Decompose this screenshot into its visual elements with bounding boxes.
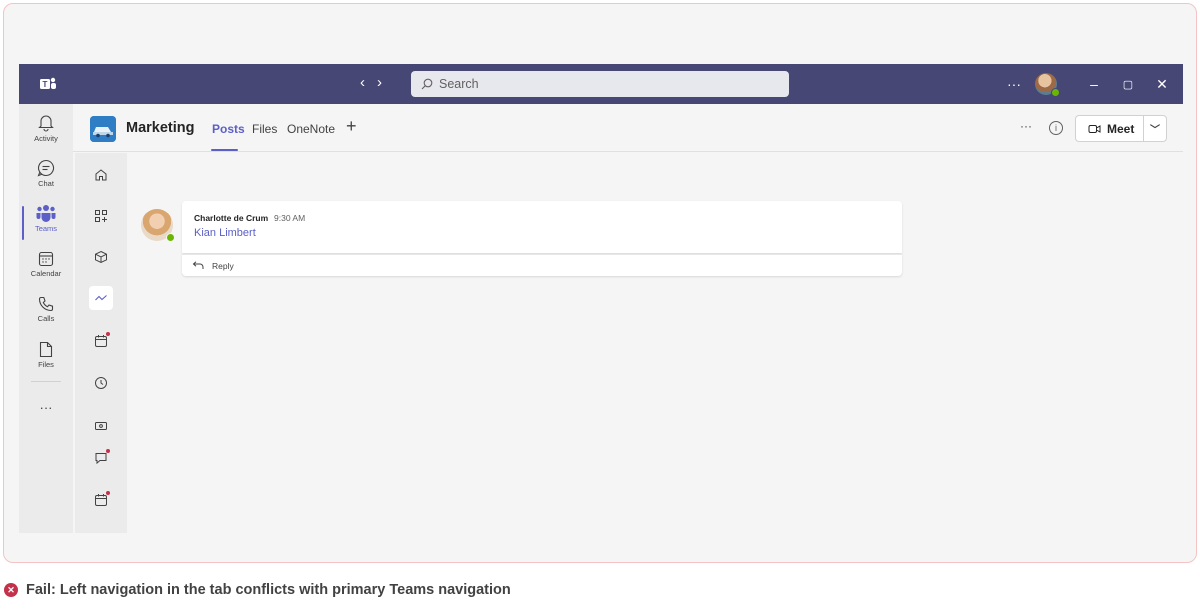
tab-nav-item-cube[interactable]: [75, 245, 127, 269]
close-button[interactable]: ✕: [1145, 76, 1179, 93]
profile-avatar[interactable]: [1035, 73, 1060, 97]
history-nav: ‹›: [360, 74, 394, 91]
search-input[interactable]: Search: [411, 71, 789, 97]
message-card: Charlotte de Crum 9:30 AM Kian Limbert: [182, 201, 902, 253]
cube-icon: [95, 250, 107, 264]
title-bar-controls: ··· – ▢ ✕: [1007, 64, 1183, 104]
presence-available-icon: [166, 233, 175, 242]
app-bar-label: Teams: [34, 224, 58, 233]
team-name: Marketing: [126, 120, 195, 136]
message-timestamp: 9:30 AM: [274, 213, 306, 223]
calendar-alert-icon: [95, 335, 107, 347]
phone-icon: [38, 296, 54, 312]
message-author[interactable]: Charlotte de Crum: [194, 213, 268, 223]
app-bar-item-teams[interactable]: Teams: [19, 204, 73, 240]
notification-dot: [106, 332, 110, 336]
app-bar-item-activity[interactable]: Activity: [19, 114, 73, 143]
teams-logo-icon: T: [40, 77, 56, 89]
presence-available-icon: [1051, 88, 1060, 97]
calendar-alert-icon: [95, 494, 107, 506]
tab-nav-item-billing[interactable]: [75, 414, 127, 438]
tab-onenote[interactable]: OneNote: [287, 122, 335, 136]
money-icon: [95, 422, 107, 430]
tab-nav-item-apps[interactable]: [75, 204, 127, 228]
app-bar-item-chat[interactable]: Chat: [19, 159, 73, 188]
maximize-button[interactable]: ▢: [1111, 78, 1145, 91]
minimize-button[interactable]: –: [1077, 76, 1111, 92]
tab-nav-item-schedule[interactable]: [75, 329, 127, 353]
guideline-caption: ✕ Fail: Left navigation in the tab confl…: [4, 582, 511, 598]
caption-text: Fail: Left navigation in the tab conflic…: [26, 582, 511, 598]
settings-more-button[interactable]: ···: [1007, 76, 1021, 92]
tab-nav-item-analytics[interactable]: [75, 286, 127, 310]
meet-now-button[interactable]: Meet: [1076, 116, 1144, 141]
chevron-down-icon[interactable]: ﹀: [1144, 121, 1166, 136]
home-icon: [95, 169, 107, 181]
fail-x-icon: ✕: [4, 583, 18, 597]
reply-label: Reply: [212, 260, 234, 271]
screenshot-frame: T ‹› Search ··· – ▢ ✕ Activity Chat Team…: [3, 3, 1197, 563]
apps-icon: [95, 210, 107, 222]
app-bar-label: Calls: [37, 314, 55, 323]
app-bar-label: Activity: [34, 134, 58, 143]
title-bar: T ‹› Search ··· – ▢ ✕: [19, 64, 1183, 104]
tab-nav-item-recent[interactable]: [75, 371, 127, 395]
notification-dot: [106, 449, 110, 453]
reply-arrow-icon: [192, 261, 204, 269]
app-bar-label: Files: [38, 360, 54, 369]
tab-files[interactable]: Files: [252, 122, 277, 136]
calendar-icon: [38, 251, 54, 267]
team-avatar: [90, 116, 116, 142]
app-bar-label: Chat: [38, 179, 54, 188]
app-bar-label: Calendar: [30, 269, 62, 278]
add-tab-button[interactable]: +: [346, 116, 357, 137]
tab-nav-item-events[interactable]: [75, 488, 127, 512]
bell-icon: [38, 115, 54, 132]
tab-nav-item-feedback[interactable]: [75, 446, 127, 470]
app-bar-divider: [31, 381, 61, 382]
clock-icon: [95, 377, 107, 389]
notification-dot: [106, 491, 110, 495]
trend-icon: [95, 295, 107, 301]
app-bar: Activity Chat Teams Calendar Calls Files…: [19, 104, 73, 533]
chat-icon: [37, 159, 55, 177]
comment-alert-icon: [95, 453, 107, 465]
forward-button[interactable]: ›: [377, 74, 394, 91]
info-icon[interactable]: i: [1049, 121, 1063, 135]
tab-left-navigation: [75, 153, 127, 533]
reply-button[interactable]: Reply: [182, 254, 902, 276]
active-tab-indicator: [211, 149, 238, 151]
back-button[interactable]: ‹: [360, 74, 377, 91]
search-icon: [421, 78, 433, 90]
team-channel-view: Marketing Posts Files OneNote + ··· i Me…: [73, 104, 1183, 533]
channel-more-button[interactable]: ···: [1020, 119, 1032, 133]
file-icon: [39, 341, 53, 358]
app-bar-item-calendar[interactable]: Calendar: [19, 251, 73, 278]
tab-nav-item-home[interactable]: [75, 163, 127, 187]
mention-link[interactable]: Kian Limbert: [194, 227, 256, 239]
meet-button: Meet ﹀: [1075, 115, 1167, 142]
tab-posts[interactable]: Posts: [212, 122, 245, 136]
teams-icon: [36, 205, 56, 222]
search-placeholder: Search: [439, 77, 479, 91]
meet-label: Meet: [1107, 121, 1135, 136]
author-avatar[interactable]: [141, 209, 175, 242]
more-apps-button[interactable]: ···: [19, 400, 73, 415]
video-camera-icon: [1088, 124, 1101, 133]
app-bar-item-calls[interactable]: Calls: [19, 296, 73, 323]
car-icon: [90, 116, 116, 142]
channel-header: Marketing Posts Files OneNote + ··· i Me…: [73, 104, 1183, 152]
app-bar-item-files[interactable]: Files: [19, 341, 73, 369]
svg-text:T: T: [43, 80, 48, 89]
